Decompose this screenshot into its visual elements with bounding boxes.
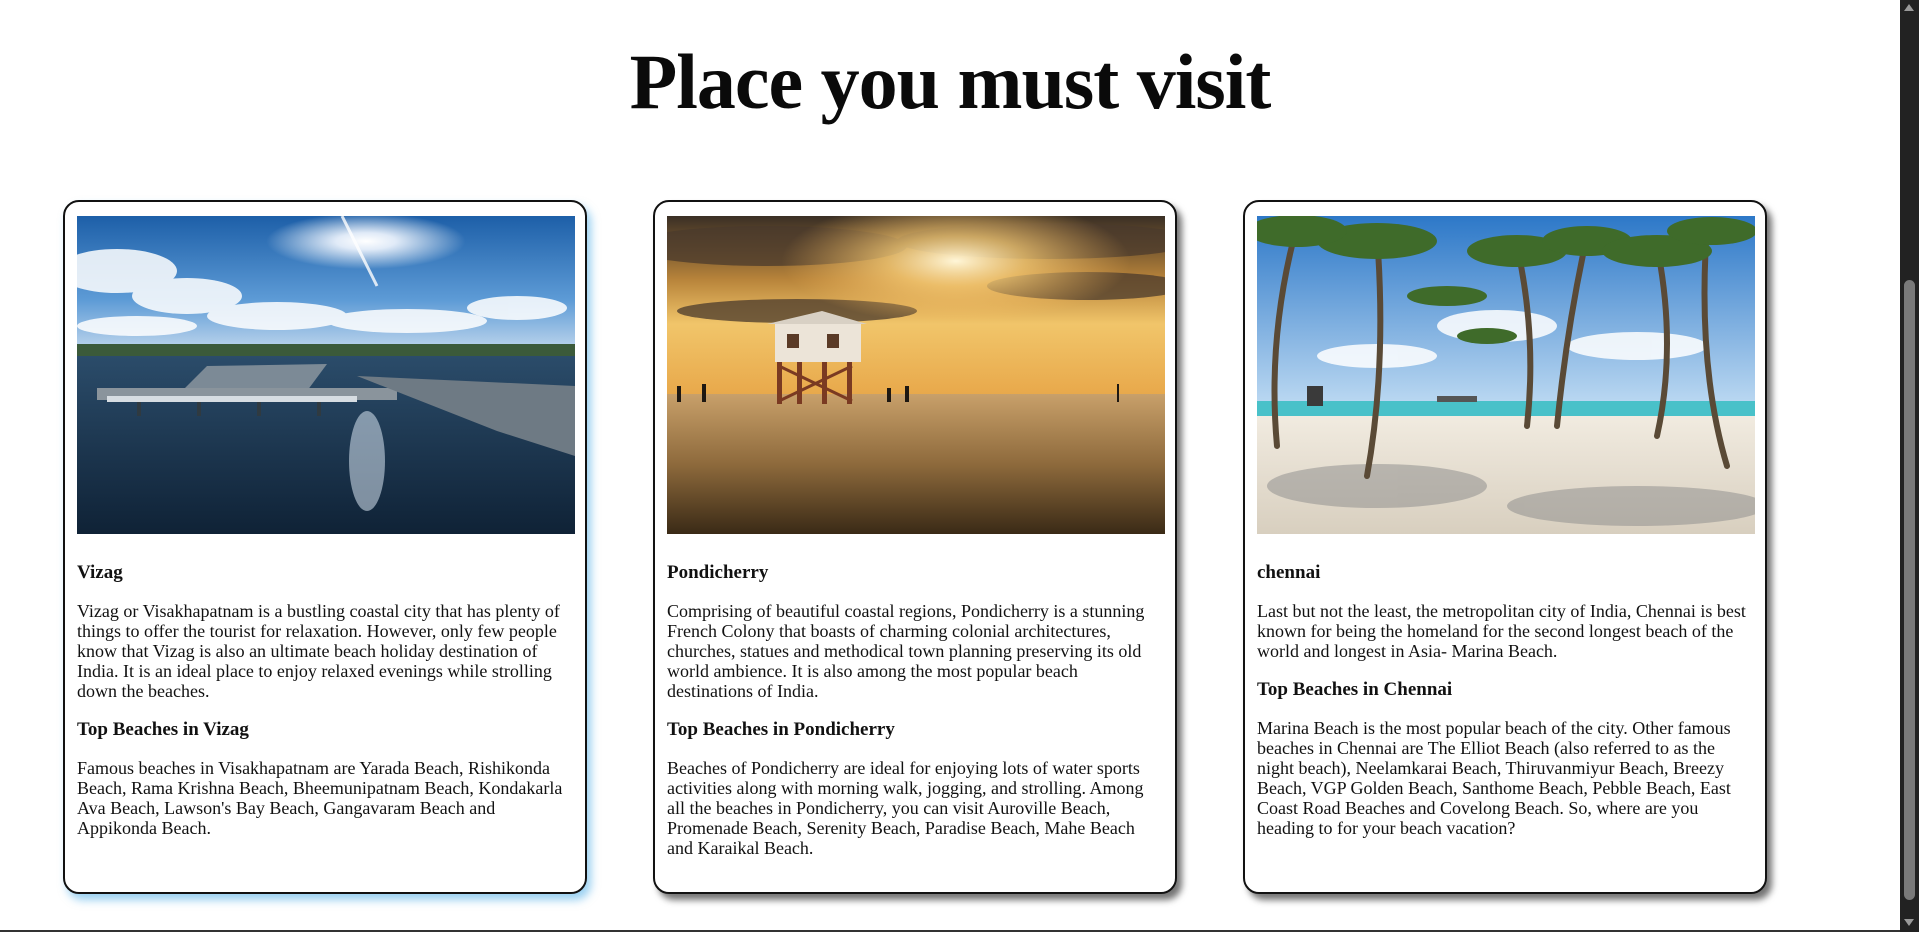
page: Place you must visit Vizag Vizag or Visa…	[0, 0, 1900, 932]
page-title: Place you must visit	[629, 38, 1272, 125]
destination-card-vizag[interactable]: Vizag Vizag or Visakhapatnam is a bustli…	[63, 200, 587, 894]
card-title: chennai	[1257, 562, 1321, 583]
chennai-image	[1257, 216, 1755, 534]
card-beaches-text: Marina Beach is the most popular beach o…	[1257, 718, 1731, 838]
scrollbar-thumb[interactable]	[1904, 280, 1915, 900]
vizag-image	[77, 216, 575, 534]
card-description: Last but not the least, the metropolitan…	[1257, 601, 1746, 661]
scroll-down-icon[interactable]	[1904, 919, 1914, 926]
vertical-scrollbar[interactable]	[1900, 0, 1919, 932]
card-subheading: Top Beaches in Chennai	[1257, 679, 1453, 700]
destination-card-pondicherry[interactable]: Pondicherry Comprising of beautiful coas…	[653, 200, 1177, 894]
card-title: Pondicherry	[667, 562, 769, 583]
destination-card-chennai[interactable]: chennai Last but not the least, the metr…	[1243, 200, 1767, 894]
pondicherry-image	[667, 216, 1165, 534]
card-subheading: Top Beaches in Vizag	[77, 719, 249, 740]
card-subheading: Top Beaches in Pondicherry	[667, 719, 895, 740]
card-title: Vizag	[77, 562, 123, 583]
card-beaches-text: Famous beaches in Visakhapatnam are Yara…	[77, 758, 563, 838]
card-description: Comprising of beautiful coastal regions,…	[667, 601, 1145, 701]
card-beaches-text: Beaches of Pondicherry are ideal for enj…	[667, 758, 1144, 858]
scroll-up-icon[interactable]	[1904, 4, 1914, 11]
card-description: Vizag or Visakhapatnam is a bustling coa…	[77, 601, 560, 701]
